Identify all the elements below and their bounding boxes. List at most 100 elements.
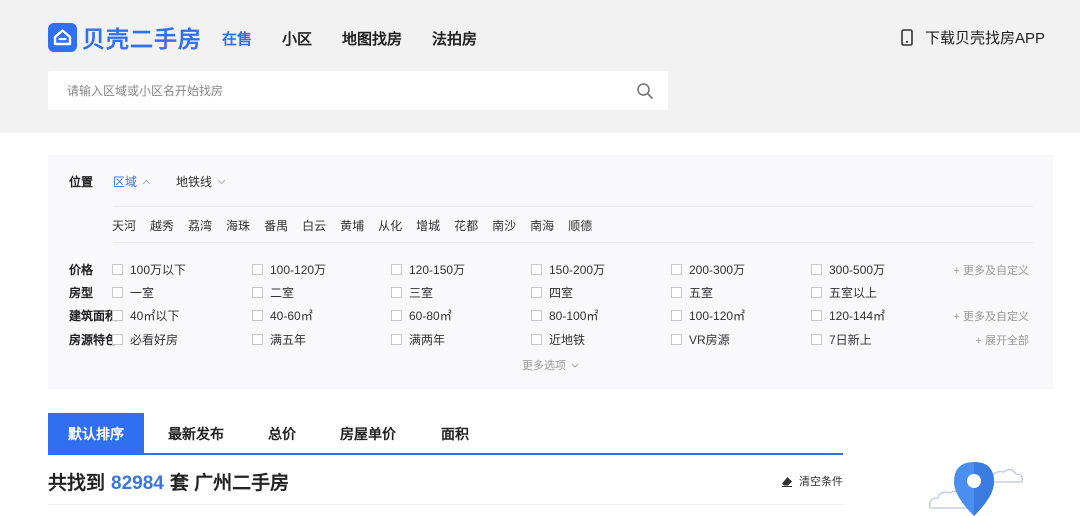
checkbox[interactable]	[112, 287, 123, 298]
option-label: 五室	[689, 286, 714, 300]
checkbox[interactable]	[811, 334, 822, 345]
tab-district[interactable]: 区域	[113, 173, 151, 190]
app-download-link[interactable]: 下载贝壳找房APP	[901, 27, 1045, 48]
price-label: 价格	[69, 263, 94, 277]
district-item[interactable]: 海珠	[226, 217, 250, 234]
area-option[interactable]: 40㎡以下	[112, 307, 179, 324]
option-label: 120-144㎡	[829, 309, 886, 323]
chevron-down-icon	[217, 179, 226, 184]
area-option[interactable]: 60-80㎡	[391, 307, 452, 324]
search-input[interactable]	[48, 71, 618, 110]
checkbox[interactable]	[811, 310, 822, 321]
checkbox[interactable]	[531, 310, 542, 321]
features-expand-link[interactable]: + 展开全部	[976, 332, 1029, 348]
checkbox[interactable]	[671, 310, 682, 321]
price-option[interactable]: 120-150万	[391, 261, 465, 278]
layout-option[interactable]: 五室以上	[811, 284, 877, 301]
checkbox[interactable]	[252, 287, 263, 298]
more-options-toggle[interactable]: 更多选项	[522, 357, 579, 373]
price-more-link[interactable]: + 更多及自定义	[954, 262, 1029, 278]
checkbox[interactable]	[671, 334, 682, 345]
phone-icon	[901, 29, 913, 46]
district-item[interactable]: 从化	[378, 217, 402, 234]
sort-area-tab[interactable]: 面积	[428, 413, 482, 455]
district-item[interactable]: 白云	[302, 217, 326, 234]
checkbox[interactable]	[112, 310, 123, 321]
option-label: 200-300万	[689, 263, 746, 277]
sort-newest-tab[interactable]: 最新发布	[156, 413, 236, 455]
checkbox[interactable]	[671, 264, 682, 275]
search-icon[interactable]	[636, 82, 654, 100]
district-item[interactable]: 越秀	[150, 217, 174, 234]
price-option[interactable]: 200-300万	[671, 261, 745, 278]
feature-option[interactable]: 7日新上	[811, 331, 872, 348]
more-options-label: 更多选项	[522, 360, 566, 372]
feature-option[interactable]: 必看好房	[112, 331, 178, 348]
district-item[interactable]: 花都	[454, 217, 478, 234]
feature-option[interactable]: 满五年	[252, 331, 306, 348]
checkbox[interactable]	[112, 264, 123, 275]
district-list: 天河 越秀 荔湾 海珠 番禺 白云 黄埔 从化 增城 花都 南沙 南海 顺德	[112, 217, 606, 234]
area-option[interactable]: 120-144㎡	[811, 307, 885, 324]
area-option[interactable]: 80-100㎡	[531, 307, 598, 324]
checkbox[interactable]	[391, 334, 402, 345]
layout-option[interactable]: 三室	[391, 284, 433, 301]
checkbox[interactable]	[252, 334, 263, 345]
area-option[interactable]: 40-60㎡	[252, 307, 313, 324]
checkbox[interactable]	[252, 310, 263, 321]
option-label: 四室	[549, 286, 574, 300]
result-count: 共找到 82984 套 广州二手房	[48, 468, 289, 495]
price-option[interactable]: 100万以下	[112, 261, 186, 278]
feature-option[interactable]: 近地铁	[531, 331, 585, 348]
layout-option[interactable]: 五室	[671, 284, 713, 301]
nav-map-search[interactable]: 地图找房	[342, 28, 402, 49]
search-box	[48, 71, 668, 110]
nav-on-sale[interactable]: 在售	[222, 28, 252, 49]
checkbox[interactable]	[391, 287, 402, 298]
price-option[interactable]: 150-200万	[531, 261, 605, 278]
district-item[interactable]: 荔湾	[188, 217, 212, 234]
price-option[interactable]: 100-120万	[252, 261, 326, 278]
district-item[interactable]: 番禺	[264, 217, 288, 234]
sort-unit-price-tab[interactable]: 房屋单价	[328, 413, 408, 455]
sort-default-tab[interactable]: 默认排序	[48, 413, 144, 455]
option-label: 100-120㎡	[689, 309, 746, 323]
result-number: 82984	[111, 473, 164, 494]
clear-filters-button[interactable]: 清空条件	[781, 473, 843, 489]
district-item[interactable]: 南海	[530, 217, 554, 234]
layout-option[interactable]: 二室	[252, 284, 294, 301]
feature-option[interactable]: VR房源	[671, 331, 730, 348]
area-option[interactable]: 100-120㎡	[671, 307, 745, 324]
nav-auction[interactable]: 法拍房	[432, 28, 477, 49]
checkbox[interactable]	[531, 287, 542, 298]
option-label: 40㎡以下	[130, 309, 180, 323]
checkbox[interactable]	[391, 310, 402, 321]
checkbox[interactable]	[671, 287, 682, 298]
option-label: 150-200万	[549, 263, 606, 277]
chevron-up-icon	[142, 179, 151, 184]
app-download-label: 下载贝壳找房APP	[924, 30, 1045, 47]
checkbox[interactable]	[811, 264, 822, 275]
option-label: 60-80㎡	[409, 309, 452, 323]
district-item[interactable]: 增城	[416, 217, 440, 234]
area-more-link[interactable]: + 更多及自定义	[954, 308, 1029, 324]
checkbox[interactable]	[531, 264, 542, 275]
price-option[interactable]: 300-500万	[811, 261, 885, 278]
sort-total-price-tab[interactable]: 总价	[252, 413, 312, 455]
layout-option[interactable]: 一室	[112, 284, 154, 301]
option-label: 300-500万	[829, 263, 886, 277]
nav-community[interactable]: 小区	[282, 28, 312, 49]
district-item[interactable]: 南沙	[492, 217, 516, 234]
layout-option[interactable]: 四室	[531, 284, 573, 301]
checkbox[interactable]	[811, 287, 822, 298]
district-item[interactable]: 天河	[112, 217, 136, 234]
checkbox[interactable]	[112, 334, 123, 345]
district-item[interactable]: 顺德	[568, 217, 592, 234]
checkbox[interactable]	[531, 334, 542, 345]
tab-subway[interactable]: 地铁线	[176, 173, 226, 190]
brand-logo[interactable]: 贝壳二手房	[48, 20, 202, 54]
checkbox[interactable]	[252, 264, 263, 275]
checkbox[interactable]	[391, 264, 402, 275]
district-item[interactable]: 黄埔	[340, 217, 364, 234]
feature-option[interactable]: 满两年	[391, 331, 445, 348]
